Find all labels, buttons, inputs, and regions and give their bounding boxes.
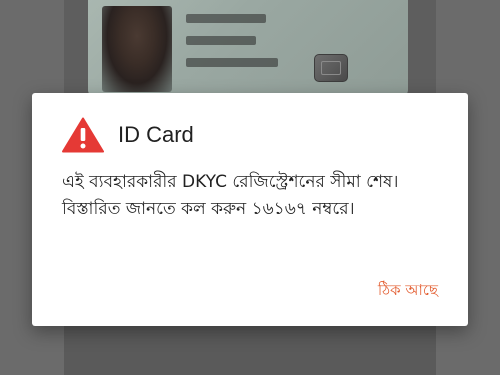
- id-card-image: [88, 0, 408, 96]
- id-card-text-line: [186, 58, 278, 67]
- dialog-header: ID Card: [62, 117, 194, 153]
- id-card-text-line: [186, 14, 266, 23]
- id-card-chip: [314, 54, 348, 82]
- warning-icon: [62, 117, 104, 153]
- id-card-photo: [102, 6, 172, 92]
- dialog-message: এই ব্যবহারকারীর DKYC রেজিস্ট্রেশনের সীমা…: [62, 172, 399, 219]
- app-screen: ID Card এই ব্যবহারকারীর DKYC রেজিস্ট্রেশ…: [0, 0, 500, 375]
- id-card-text-line: [186, 36, 256, 45]
- background-bottom: [64, 325, 436, 375]
- ok-button[interactable]: ঠিক আছে: [376, 275, 440, 308]
- alert-dialog: ID Card এই ব্যবহারকারীর DKYC রেজিস্ট্রেশ…: [32, 93, 468, 326]
- dialog-title: ID Card: [118, 122, 194, 147]
